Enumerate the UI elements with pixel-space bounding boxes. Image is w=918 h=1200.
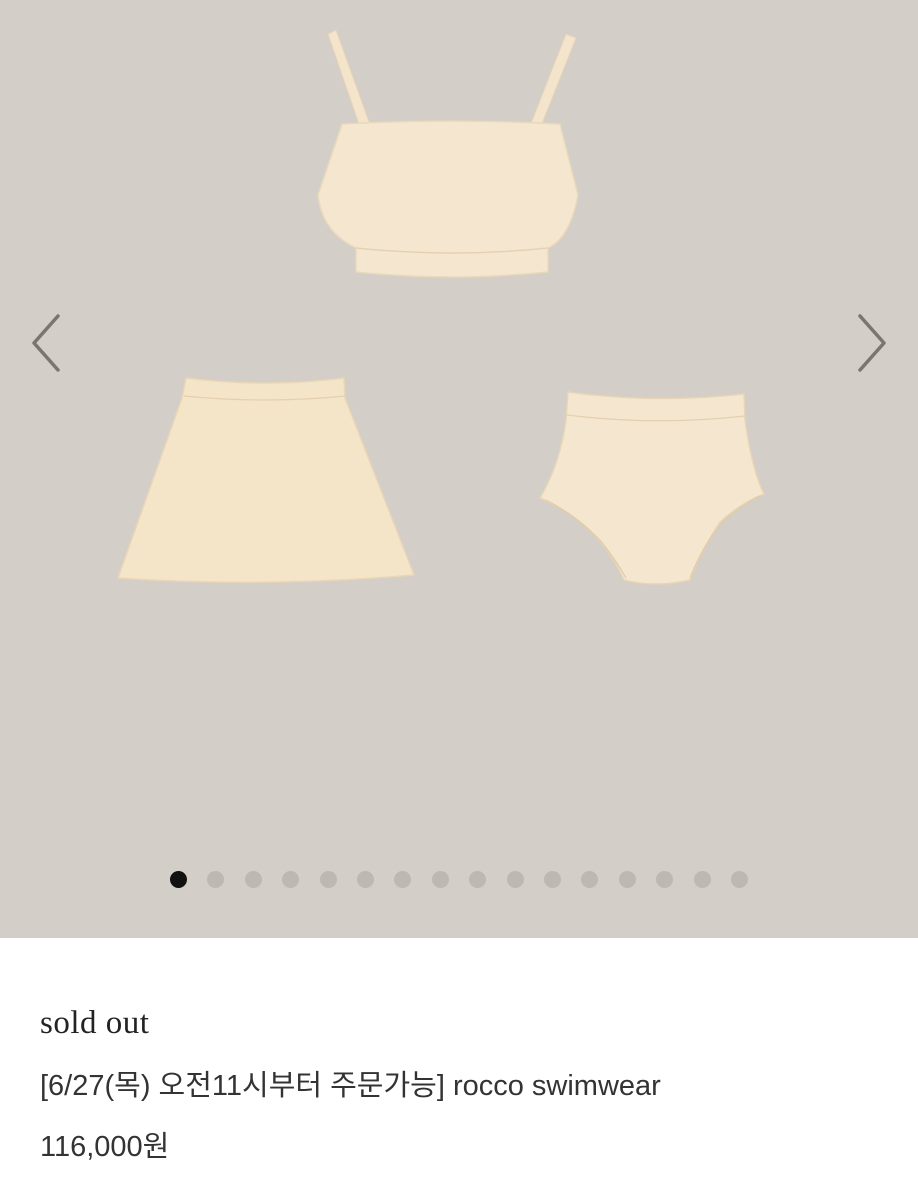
- slide-dot[interactable]: [394, 871, 412, 888]
- briefs-garment: [538, 391, 766, 585]
- slide-dot[interactable]: [506, 871, 524, 888]
- slide-dot[interactable]: [581, 871, 599, 888]
- previous-slide-button[interactable]: [26, 308, 66, 378]
- slide-dot[interactable]: [618, 871, 636, 888]
- slide-dot[interactable]: [656, 871, 674, 888]
- product-title[interactable]: [6/27(목) 오전11시부터 주문가능] rocco swimwear: [40, 1062, 661, 1104]
- next-slide-button[interactable]: [852, 308, 892, 378]
- product-image: [116, 29, 766, 585]
- crop-top-garment: [317, 29, 579, 278]
- chevron-right-icon: [858, 314, 886, 372]
- product-price: 116,000원: [40, 1131, 170, 1163]
- chevron-left-icon: [32, 314, 60, 372]
- slide-pagination: [0, 870, 918, 890]
- slide-dot[interactable]: [319, 871, 337, 888]
- sold-out-label: sold out: [40, 1005, 150, 1041]
- slide-dot[interactable]: [207, 871, 225, 888]
- slide-dot[interactable]: [544, 871, 561, 888]
- slide-dot[interactable]: [244, 871, 262, 888]
- slide-dot[interactable]: [282, 871, 300, 888]
- slide-dot[interactable]: [693, 871, 711, 888]
- slide-dot[interactable]: [731, 871, 748, 888]
- skirt-garment: [116, 377, 416, 584]
- slide-dot[interactable]: [357, 871, 374, 888]
- product-gallery[interactable]: [0, 0, 918, 938]
- slide-dot[interactable]: [431, 871, 449, 888]
- slide-dot[interactable]: [469, 871, 487, 888]
- slide-dot[interactable]: [170, 871, 187, 888]
